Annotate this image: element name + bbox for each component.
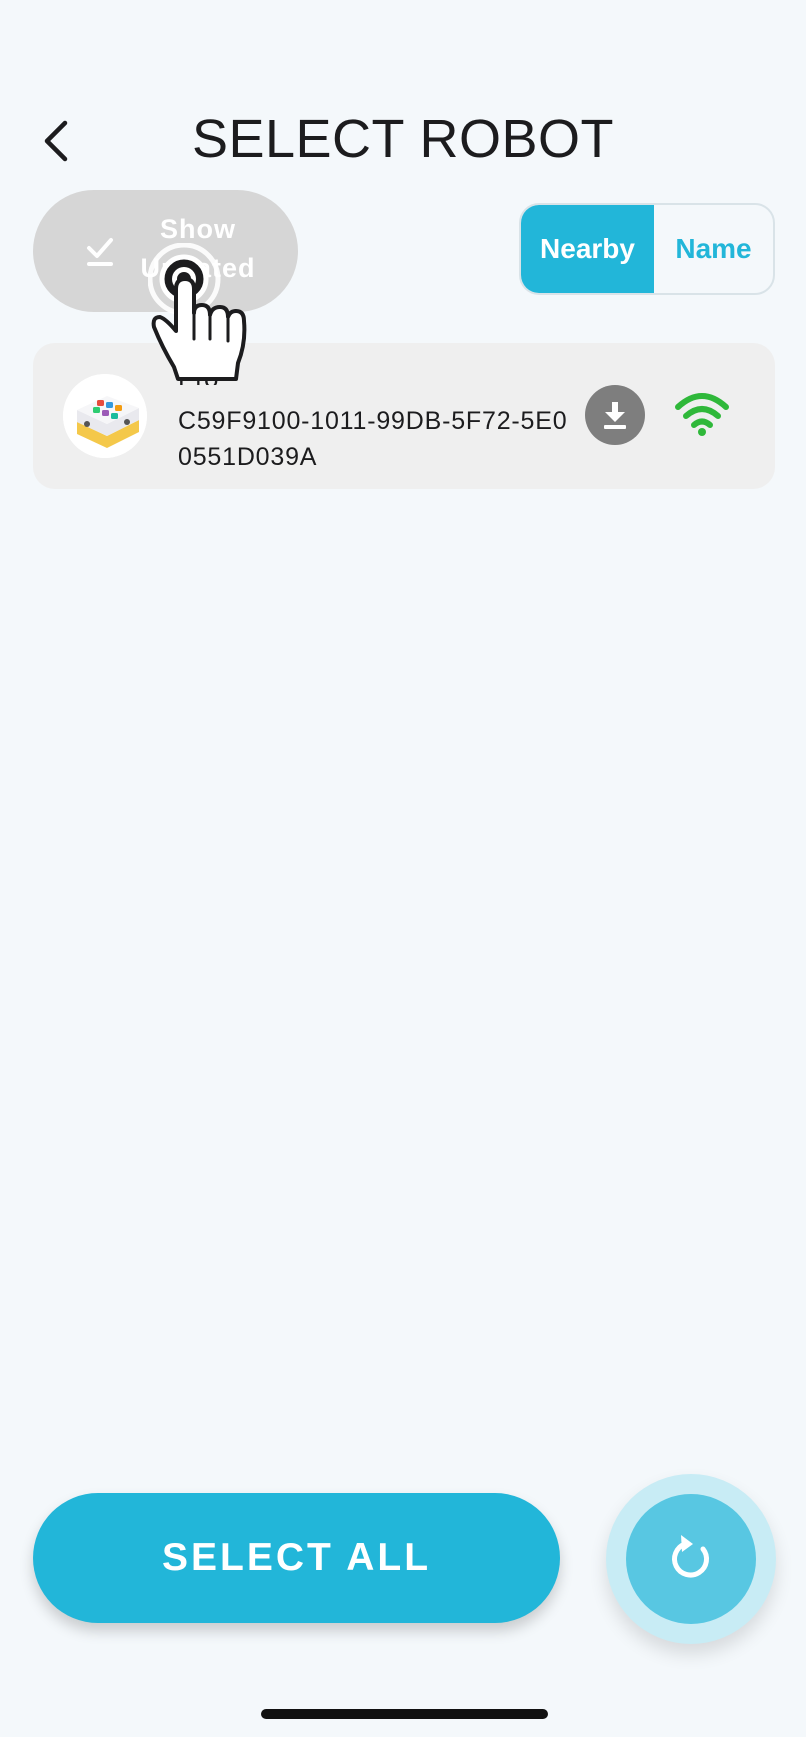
- download-icon: [604, 402, 626, 429]
- sort-option-nearby[interactable]: Nearby: [521, 205, 654, 293]
- robot-name: Pro: [178, 363, 219, 385]
- show-updated-toggle[interactable]: Show Updated: [33, 190, 298, 312]
- wifi-icon: [675, 393, 729, 436]
- refresh-icon: [672, 1535, 709, 1578]
- select-all-button[interactable]: SELECT ALL: [33, 1493, 560, 1623]
- robot-avatar-icon: [63, 374, 147, 458]
- sort-option-name[interactable]: Name: [654, 205, 773, 293]
- check-icon: [87, 238, 113, 266]
- download-button[interactable]: [585, 385, 645, 445]
- page-title: SELECT ROBOT: [191, 109, 615, 169]
- refresh-button[interactable]: [626, 1494, 756, 1624]
- home-indicator: [261, 1709, 548, 1719]
- robot-list-item[interactable]: Pro C59F9100-1011-99DB-5F72-5E00551D039A: [33, 343, 775, 489]
- sort-segmented-control: Nearby Name: [519, 203, 775, 295]
- show-updated-label: Show Updated: [140, 214, 256, 283]
- refresh-button-halo: [606, 1474, 776, 1644]
- robot-id: C59F9100-1011-99DB-5F72-5E00551D039A: [178, 407, 568, 471]
